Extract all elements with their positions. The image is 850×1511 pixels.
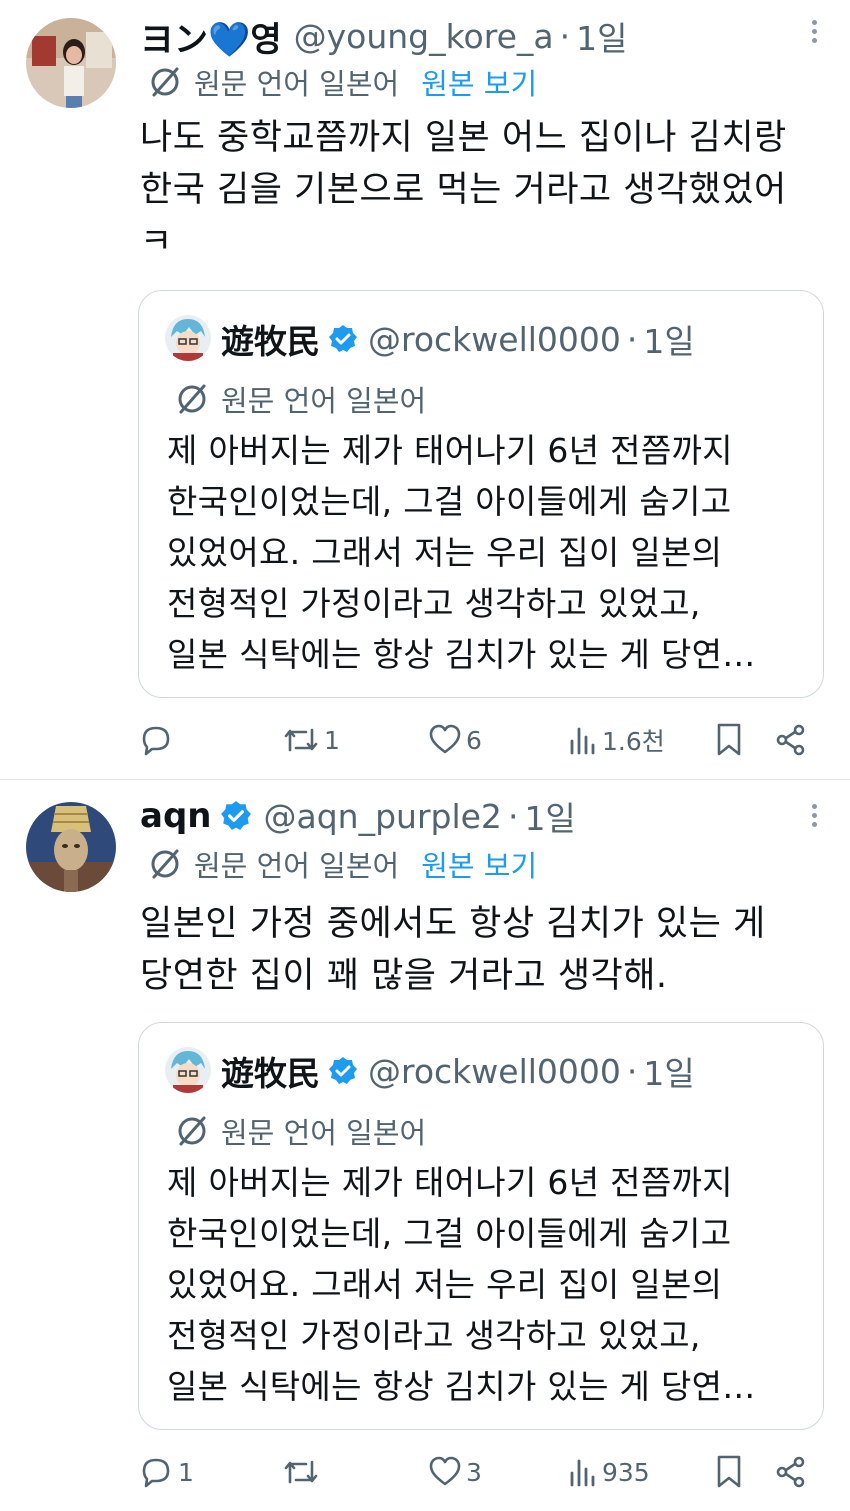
view-count: 935 [602, 1457, 650, 1487]
display-name[interactable]: ヨン💙영 [140, 12, 282, 61]
display-name[interactable]: aqn [140, 796, 212, 836]
like-icon [429, 724, 461, 754]
translation-label: 원문 언어 일본어 [194, 849, 400, 883]
quoted-handle: @rockwell0000 [368, 319, 621, 359]
quoted-timestamp: 1일 [643, 322, 695, 361]
translation-row: 원문 언어 일본어 원본 보기 [148, 62, 537, 102]
translation-label: 원문 언어 일본어 [194, 67, 400, 101]
views-icon [570, 1459, 595, 1487]
timeline-feed: ヨン💙영 @young_kore_a · 1일 원문 언어 일본어 원본 보기 … [0, 0, 850, 1511]
retweet-count: 1 [324, 725, 340, 755]
quoted-display-name: 遊牧民 [221, 1054, 320, 1093]
quoted-tweet[interactable]: 遊牧民 @rockwell0000 · 1일 원문 언어 일본어 제 아버지는 … [138, 290, 824, 698]
separator: · [626, 1051, 638, 1091]
separator: · [559, 16, 571, 56]
tweet-header: ヨン💙영 @young_kore_a · 1일 [140, 12, 850, 61]
quoted-handle: @rockwell0000 [368, 1051, 621, 1091]
views-icon [570, 727, 595, 755]
reply-button[interactable]: 1 [138, 1452, 194, 1492]
quoted-timestamp: 1일 [643, 1054, 695, 1093]
quoted-translation-row: 원문 언어 일본어 [175, 379, 426, 419]
quoted-tweet[interactable]: 遊牧民 @rockwell0000 · 1일 원문 언어 일본어 제 아버지는 … [138, 1022, 824, 1430]
retweet-icon [284, 728, 318, 752]
timestamp[interactable]: 1일 [524, 792, 575, 840]
reply-icon [142, 726, 170, 756]
reply-icon [142, 1458, 170, 1488]
separator: · [507, 796, 519, 836]
more-options-icon[interactable] [808, 16, 820, 56]
quoted-text: 제 아버지는 제가 태어나기 6년 전쯤까지 한국인이었는데, 그걸 아이들에게… [167, 1163, 756, 1406]
share-icon [776, 1456, 805, 1488]
quoted-avatar [165, 315, 211, 361]
avatar[interactable] [26, 802, 116, 892]
tweet-text: 일본인 가정 중에서도 항상 김치가 있는 게 당연한 집이 꽤 많을 거라고 … [140, 904, 766, 996]
tweet[interactable]: aqn @aqn_purple2 · 1일 원문 언어 일본어 원본 보기 일본… [0, 780, 850, 1511]
view-count: 1.6천 [602, 727, 665, 756]
separator: · [626, 319, 638, 359]
views-button[interactable]: 1.6천 [568, 720, 665, 760]
retweet-button[interactable] [282, 1452, 324, 1492]
user-handle[interactable]: @young_kore_a [294, 17, 554, 56]
verified-badge-icon [220, 801, 251, 830]
tweet-actions: 1 3 935 [0, 1452, 850, 1492]
translate-icon [178, 384, 206, 414]
bookmark-icon [717, 723, 741, 756]
translate-icon [178, 1116, 206, 1146]
share-button[interactable] [774, 1452, 808, 1492]
translate-icon [151, 67, 179, 97]
share-button[interactable] [774, 720, 808, 760]
tweet[interactable]: ヨン💙영 @young_kore_a · 1일 원문 언어 일본어 원본 보기 … [0, 0, 850, 780]
quoted-display-name: 遊牧民 [221, 322, 320, 361]
like-button[interactable]: 3 [428, 1452, 482, 1492]
reply-button[interactable] [138, 720, 178, 760]
like-button[interactable]: 6 [428, 720, 482, 760]
quoted-text: 제 아버지는 제가 태어나기 6년 전쯤까지 한국인이었는데, 그걸 아이들에게… [167, 431, 756, 674]
views-button[interactable]: 935 [568, 1452, 650, 1492]
retweet-icon [284, 1460, 318, 1484]
quoted-translation-row: 원문 언어 일본어 [175, 1111, 426, 1151]
retweet-button[interactable]: 1 [282, 720, 340, 760]
timestamp[interactable]: 1일 [576, 12, 627, 60]
translation-row: 원문 언어 일본어 원본 보기 [148, 844, 537, 884]
tweet-actions: 1 6 1.6천 [0, 720, 850, 760]
verified-badge-icon [329, 1057, 357, 1084]
avatar[interactable] [26, 18, 116, 108]
quoted-avatar [165, 1047, 211, 1093]
translate-icon [151, 849, 179, 879]
more-options-icon[interactable] [808, 800, 820, 840]
show-original-link[interactable]: 원본 보기 [421, 843, 537, 885]
show-original-link[interactable]: 원본 보기 [421, 61, 537, 103]
bookmark-button[interactable] [714, 1452, 744, 1492]
share-icon [776, 724, 805, 756]
verified-badge-icon [329, 325, 357, 352]
bookmark-button[interactable] [714, 720, 744, 760]
bookmark-icon [717, 1455, 741, 1488]
quoted-header: 遊牧民 @rockwell0000 · 1일 [221, 317, 695, 362]
tweet-text: 나도 중학교쯤까지 일본 어느 집이나 김치랑 한국 김을 기본으로 먹는 거라… [140, 118, 787, 262]
tweet-header: aqn @aqn_purple2 · 1일 [140, 794, 850, 838]
reply-count: 1 [178, 1457, 194, 1487]
like-count: 3 [466, 1457, 482, 1487]
like-count: 6 [466, 725, 482, 755]
like-icon [429, 1456, 461, 1486]
translation-label: 원문 언어 일본어 [221, 1116, 427, 1150]
user-handle[interactable]: @aqn_purple2 [264, 797, 502, 836]
translation-label: 원문 언어 일본어 [221, 384, 427, 418]
quoted-header: 遊牧民 @rockwell0000 · 1일 [221, 1049, 695, 1094]
